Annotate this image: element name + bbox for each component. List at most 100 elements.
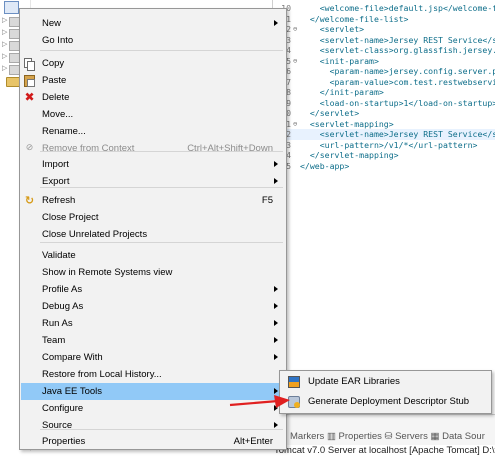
fold-toggle-icon[interactable]: ⊖ <box>293 56 297 67</box>
menu-item-validate[interactable]: Validate <box>21 247 285 264</box>
code-text: <servlet-mapping> <box>300 118 394 129</box>
code-line[interactable]: 13 <servlet-name>Jersey REST Service</s <box>273 35 495 46</box>
fold-toggle-icon[interactable]: ⊖ <box>293 119 297 130</box>
code-line[interactable]: 25</web-app> <box>273 161 495 172</box>
submenu-item-label: Generate Deployment Descriptor Stub <box>308 396 470 407</box>
menu-item-show-in-remote-systems-view[interactable]: Show in Remote Systems view <box>21 264 285 281</box>
expand-arrow-icon[interactable]: ▷ <box>2 28 7 36</box>
code-line[interactable]: 19 <load-on-startup>1</load-on-startup> <box>273 98 495 109</box>
menu-item-move[interactable]: Move... <box>21 106 285 123</box>
code-text: <param-name>jersey.config.server.p <box>300 66 495 76</box>
submenu-item-update-ear-libraries[interactable]: Update EAR Libraries <box>281 373 490 391</box>
expand-arrow-icon[interactable]: ▷ <box>2 52 7 60</box>
submenu-arrow-icon <box>274 354 278 360</box>
expand-arrow-icon[interactable]: ▷ <box>2 64 7 72</box>
code-text: <url-pattern>/v1/*</url-pattern> <box>300 139 478 150</box>
view-tabs[interactable]: Markers ▥ Properties ⛁ Servers ▦ Data So… <box>290 431 485 442</box>
menu-item-label: Rename... <box>42 126 86 137</box>
submenu-arrow-icon <box>274 178 278 184</box>
menu-item-properties[interactable]: Properties Alt+Enter <box>21 433 285 450</box>
code-line[interactable]: 22 <servlet-name>Jersey REST Service</s <box>273 129 495 140</box>
code-line[interactable]: 24 </servlet-mapping> <box>273 150 495 161</box>
menu-item-source[interactable]: Source <box>21 417 285 434</box>
menu-item-label: Configure <box>42 403 84 414</box>
menu-item-shortcut: Ctrl+Alt+Shift+Down <box>187 143 273 154</box>
context-menu: New Go Into Copy Paste ✖ Delete Move... Rename.… <box>19 8 287 450</box>
menu-item-label: Remove from Context <box>42 143 135 154</box>
code-text: </init-param> <box>300 87 384 97</box>
menu-item-label: Import <box>42 159 69 170</box>
ear-libraries-icon <box>288 376 300 388</box>
code-line[interactable]: 14 <servlet-class>org.glassfish.jersey. <box>273 45 495 56</box>
menu-item-refresh[interactable]: ↻ Refresh F5 <box>21 192 285 209</box>
menu-item-label: Java EE Tools <box>42 386 103 397</box>
menu-item-paste[interactable]: Paste <box>21 72 285 89</box>
bottom-views-panel: Markers ▥ Properties ⛁ Servers ▦ Data So… <box>272 414 495 459</box>
menu-item-label: Delete <box>42 92 70 103</box>
copy-icon <box>24 58 35 71</box>
code-text: <servlet-name>Jersey REST Service</s <box>300 34 495 45</box>
menu-item-label: Run As <box>42 318 73 329</box>
code-line[interactable]: 16 <param-name>jersey.config.server.p <box>273 66 495 77</box>
fold-toggle-icon[interactable]: ⊖ <box>293 24 297 35</box>
menu-separator <box>40 151 283 152</box>
menu-separator <box>40 242 283 243</box>
menu-item-delete[interactable]: ✖ Delete <box>21 89 285 106</box>
menu-item-label: Team <box>42 335 66 346</box>
server-entry[interactable]: Tomcat v7.0 Server at localhost [Apache … <box>272 445 495 459</box>
menu-item-close-project[interactable]: Close Project <box>21 209 285 226</box>
menu-separator <box>40 429 283 430</box>
code-text: </servlet> <box>300 108 360 118</box>
code-text: </welcome-file-list> <box>300 13 409 24</box>
code-text: </web-app> <box>300 160 350 171</box>
menu-item-label: Copy <box>42 58 65 69</box>
menu-item-copy[interactable]: Copy <box>21 55 285 72</box>
menu-item-restore-from-local-history[interactable]: Restore from Local History... <box>21 366 285 383</box>
code-line[interactable]: 11 </welcome-file-list> <box>273 14 495 25</box>
code-line[interactable]: 20 </servlet> <box>273 108 495 119</box>
code-text: <servlet-name>Jersey REST Service</s <box>300 129 495 139</box>
menu-item-profile-as[interactable]: Profile As <box>21 281 285 298</box>
remove-icon: ⊘ <box>25 143 34 153</box>
submenu-arrow-icon <box>274 20 278 26</box>
expand-arrow-icon[interactable]: ▷ <box>2 16 7 24</box>
menu-item-label: Restore from Local History... <box>42 369 162 380</box>
submenu-arrow-icon <box>274 303 278 309</box>
menu-item-remove-from-context[interactable]: ⊘ Remove from Context Ctrl+Alt+Shift+Down <box>21 140 285 157</box>
project-icon[interactable] <box>4 1 19 14</box>
code-line[interactable]: 23 <url-pattern>/v1/*</url-pattern> <box>273 140 495 151</box>
code-line[interactable]: 21⊖ <servlet-mapping> <box>273 119 495 130</box>
menu-item-team[interactable]: Team <box>21 332 285 349</box>
menu-separator <box>40 187 283 188</box>
code-line[interactable]: 12⊖ <servlet> <box>273 24 495 35</box>
submenu-item-generate-deployment-descriptor-stub[interactable]: Generate Deployment Descriptor Stub <box>281 393 490 411</box>
menu-item-label: Properties <box>42 436 86 447</box>
code-line[interactable]: 17 <param-value>com.test.restwebservi <box>273 77 495 88</box>
menu-item-label: Close Unrelated Projects <box>42 229 148 240</box>
code-line[interactable]: 15⊖ <init-param> <box>273 56 495 67</box>
expand-arrow-icon[interactable]: ▷ <box>2 40 7 48</box>
menu-item-debug-as[interactable]: Debug As <box>21 298 285 315</box>
code-line[interactable]: 18 </init-param> <box>273 87 495 98</box>
menu-item-import[interactable]: Import <box>21 156 285 173</box>
submenu-arrow-icon <box>274 161 278 167</box>
menu-separator <box>40 50 283 51</box>
menu-item-rename[interactable]: Rename... <box>21 123 285 140</box>
menu-item-go-into[interactable]: Go Into <box>21 32 285 49</box>
menu-item-label: Profile As <box>42 284 83 295</box>
menu-item-compare-with[interactable]: Compare With <box>21 349 285 366</box>
code-line[interactable]: 10 <welcome-file>default.jsp</welcome-f <box>273 3 495 14</box>
xml-editor[interactable]: 10 <welcome-file>default.jsp</welcome-f1… <box>272 0 495 414</box>
menu-item-shortcut: Alt+Enter <box>233 436 273 447</box>
menu-item-label: Paste <box>42 75 67 86</box>
menu-item-new[interactable]: New <box>21 15 285 32</box>
menu-item-label: Go Into <box>42 35 74 46</box>
menu-item-label: Refresh <box>42 195 76 206</box>
code-text: <servlet-class>org.glassfish.jersey. <box>300 45 495 55</box>
menu-item-run-as[interactable]: Run As <box>21 315 285 332</box>
menu-item-close-unrelated-projects[interactable]: Close Unrelated Projects <box>21 226 285 243</box>
code-text: <welcome-file>default.jsp</welcome-f <box>300 3 495 13</box>
code-text: </servlet-mapping> <box>300 150 399 160</box>
code-text: <param-value>com.test.restwebservi <box>300 76 495 87</box>
code-text: <load-on-startup>1</load-on-startup> <box>300 97 495 108</box>
